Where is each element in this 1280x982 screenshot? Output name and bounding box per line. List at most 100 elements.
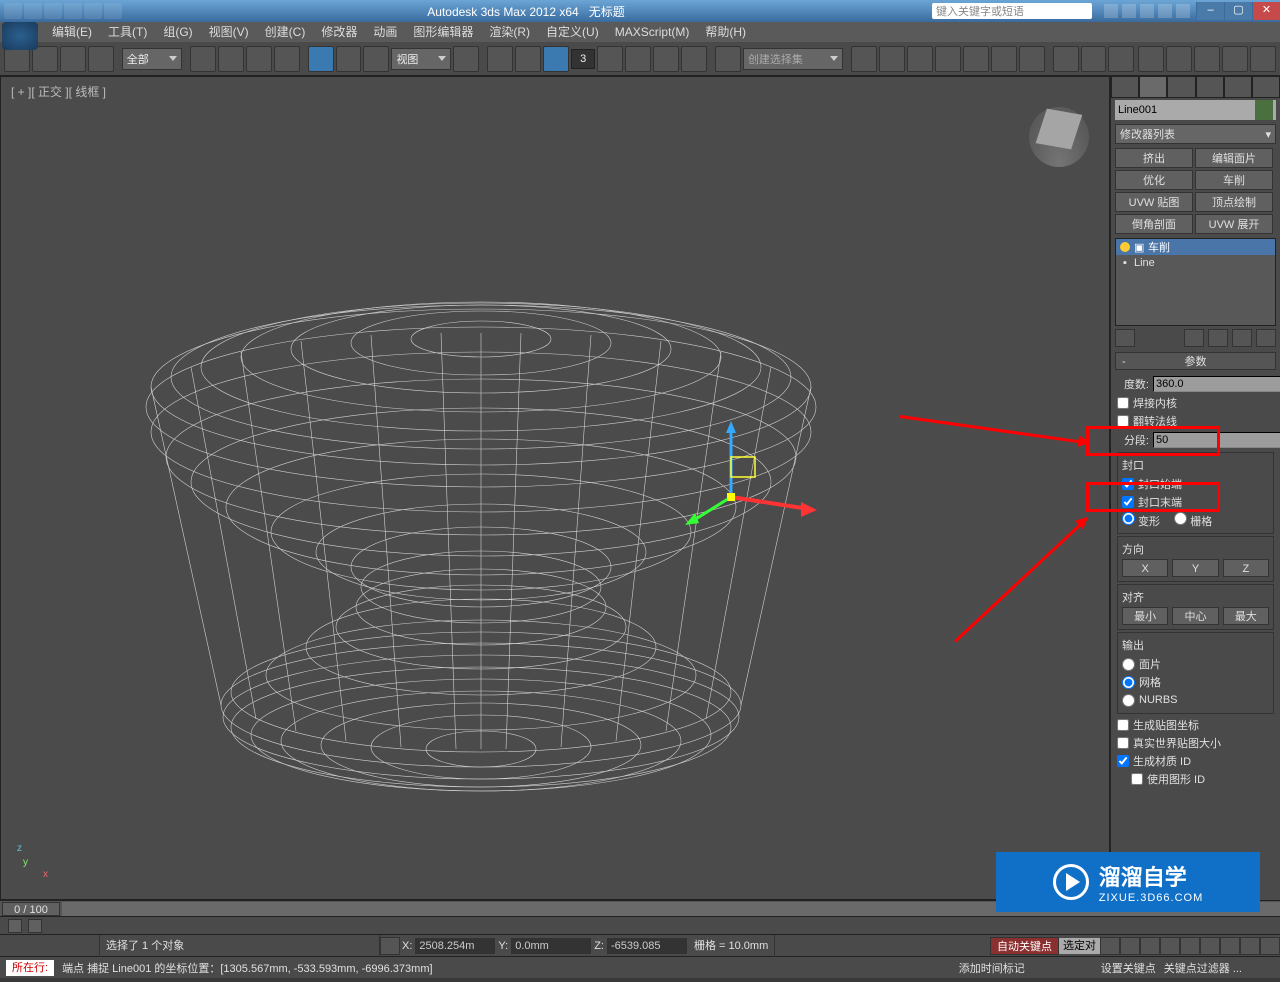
- tool-c-icon[interactable]: [1250, 46, 1276, 72]
- unique-icon[interactable]: [1208, 329, 1228, 347]
- output-patch-radio[interactable]: 面片: [1122, 655, 1269, 673]
- menu-graph-editors[interactable]: 图形编辑器: [405, 22, 481, 42]
- bulb-icon[interactable]: [1120, 242, 1130, 252]
- trackbar-toggle-icon[interactable]: [8, 919, 22, 933]
- tab-create-icon[interactable]: [1111, 76, 1139, 98]
- mod-editpatch-button[interactable]: 编辑面片: [1195, 148, 1273, 168]
- menu-views[interactable]: 视图(V): [201, 22, 257, 42]
- flip-normals-checkbox[interactable]: 翻转法线: [1117, 412, 1274, 430]
- degrees-spinner[interactable]: [1153, 376, 1280, 392]
- trackbar[interactable]: [0, 916, 1280, 934]
- named-selection-dropdown[interactable]: 创建选择集: [743, 48, 843, 70]
- qat-redo-icon[interactable]: [84, 3, 102, 19]
- snap-toggle-icon[interactable]: [543, 46, 569, 72]
- link-icon[interactable]: [60, 46, 86, 72]
- menu-rendering[interactable]: 渲染(R): [481, 22, 538, 42]
- teapot-icon[interactable]: [1194, 46, 1220, 72]
- rotate-icon[interactable]: [336, 46, 362, 72]
- tab-display-icon[interactable]: [1224, 76, 1252, 98]
- autokey-button[interactable]: 自动关键点: [990, 937, 1059, 955]
- modifier-list-dropdown[interactable]: 修改器列表▾: [1115, 124, 1276, 144]
- mod-vertexpaint-button[interactable]: 顶点绘制: [1195, 192, 1273, 212]
- cap-end-checkbox[interactable]: 封口末端: [1122, 493, 1269, 511]
- configure-icon[interactable]: [1256, 329, 1276, 347]
- play-prev-icon[interactable]: [1120, 937, 1140, 955]
- tool-b-icon[interactable]: [1166, 46, 1192, 72]
- move-icon[interactable]: [308, 46, 334, 72]
- menu-customize[interactable]: 自定义(U): [538, 22, 607, 42]
- ref-coord-dropdown[interactable]: 视图: [391, 48, 451, 70]
- frame-indicator[interactable]: 0 / 100: [2, 902, 60, 916]
- search-input[interactable]: 键入关键字或短语: [932, 3, 1092, 19]
- object-color-swatch[interactable]: [1255, 100, 1273, 120]
- viewcube[interactable]: [1029, 107, 1089, 167]
- dir-y-button[interactable]: Y: [1172, 559, 1218, 577]
- gen-mapping-checkbox[interactable]: 生成贴图坐标: [1117, 716, 1274, 734]
- scale-icon[interactable]: [363, 46, 389, 72]
- tool-a-icon[interactable]: [1138, 46, 1164, 72]
- window-crossing-icon[interactable]: [274, 46, 300, 72]
- align-max-button[interactable]: 最大: [1223, 607, 1269, 625]
- menu-help[interactable]: 帮助(H): [697, 22, 754, 42]
- lock-icon[interactable]: [380, 937, 400, 955]
- align-center-button[interactable]: 中心: [1172, 607, 1218, 625]
- segments-spinner[interactable]: [1153, 432, 1280, 448]
- mod-uvwunwrap-button[interactable]: UVW 展开: [1195, 214, 1273, 234]
- nav-mode-icon[interactable]: [1200, 937, 1220, 955]
- minimize-button[interactable]: –: [1196, 2, 1224, 20]
- play-start-icon[interactable]: [1100, 937, 1120, 955]
- add-time-tag[interactable]: 添加时间标记: [959, 960, 1025, 976]
- grid-radio[interactable]: 栅格: [1174, 512, 1212, 529]
- gen-matid-checkbox[interactable]: 生成材质 ID: [1117, 752, 1274, 770]
- pivot-icon[interactable]: [453, 46, 479, 72]
- cap-start-checkbox[interactable]: 封口始端: [1122, 475, 1269, 493]
- menu-modifiers[interactable]: 修改器: [313, 22, 365, 42]
- qat-save-icon[interactable]: [44, 3, 62, 19]
- close-button[interactable]: ✕: [1252, 2, 1280, 20]
- weld-core-checkbox[interactable]: 焊接内核: [1117, 394, 1274, 412]
- mod-optimize-button[interactable]: 优化: [1115, 170, 1193, 190]
- unlink-icon[interactable]: [88, 46, 114, 72]
- select-by-name-icon[interactable]: [218, 46, 244, 72]
- setkey-label[interactable]: 设置关键点: [1101, 960, 1156, 976]
- pin-stack-icon[interactable]: [1115, 329, 1135, 347]
- favorite-icon[interactable]: [1158, 4, 1172, 18]
- layer-manager-icon[interactable]: [935, 46, 961, 72]
- maximize-button[interactable]: ▢: [1224, 2, 1252, 20]
- selection-filter-dropdown[interactable]: 全部: [122, 48, 182, 70]
- dir-x-button[interactable]: X: [1122, 559, 1168, 577]
- trackbar-key-icon[interactable]: [28, 919, 42, 933]
- stack-item-lathe[interactable]: ▣ 车削: [1116, 239, 1275, 255]
- rollout-parameters-header[interactable]: 参数: [1115, 352, 1276, 370]
- curve-editor-icon[interactable]: [963, 46, 989, 72]
- mod-extrude-button[interactable]: 挤出: [1115, 148, 1193, 168]
- y-coord-field[interactable]: 0.0mm: [511, 938, 591, 954]
- angle-snap-icon[interactable]: [597, 46, 623, 72]
- qat-undo-icon[interactable]: [64, 3, 82, 19]
- remove-mod-icon[interactable]: [1232, 329, 1252, 347]
- help-icon[interactable]: [1176, 4, 1190, 18]
- mod-bevelprofile-button[interactable]: 倒角剖面: [1115, 214, 1193, 234]
- qat-open-icon[interactable]: [24, 3, 42, 19]
- rendered-frame-icon[interactable]: [1081, 46, 1107, 72]
- mod-uvwmap-button[interactable]: UVW 贴图: [1115, 192, 1193, 212]
- mod-lathe-button[interactable]: 车削: [1195, 170, 1273, 190]
- material-editor-icon[interactable]: [1019, 46, 1045, 72]
- application-button[interactable]: [2, 22, 38, 50]
- transform-gizmo[interactable]: [681, 417, 821, 537]
- render-setup-icon[interactable]: [1053, 46, 1079, 72]
- menu-group[interactable]: 组(G): [155, 22, 200, 42]
- viewport-label[interactable]: [ + ][ 正交 ][ 线框 ]: [11, 83, 106, 100]
- use-shapeid-checkbox[interactable]: 使用图形 ID: [1117, 770, 1274, 788]
- menu-maxscript[interactable]: MAXScript(M): [607, 22, 698, 42]
- tab-hierarchy-icon[interactable]: [1167, 76, 1195, 98]
- nav-orbit-icon[interactable]: [1240, 937, 1260, 955]
- keyfilter-button[interactable]: 关键点过滤器 ...: [1164, 960, 1242, 976]
- nav-pan-icon[interactable]: [1220, 937, 1240, 955]
- qat-new-icon[interactable]: [4, 3, 22, 19]
- nav-max-icon[interactable]: [1260, 937, 1280, 955]
- menu-edit[interactable]: 编辑(E): [44, 22, 100, 42]
- menu-animation[interactable]: 动画: [365, 22, 405, 42]
- layers-icon[interactable]: [907, 46, 933, 72]
- subscription-icon[interactable]: [1122, 4, 1136, 18]
